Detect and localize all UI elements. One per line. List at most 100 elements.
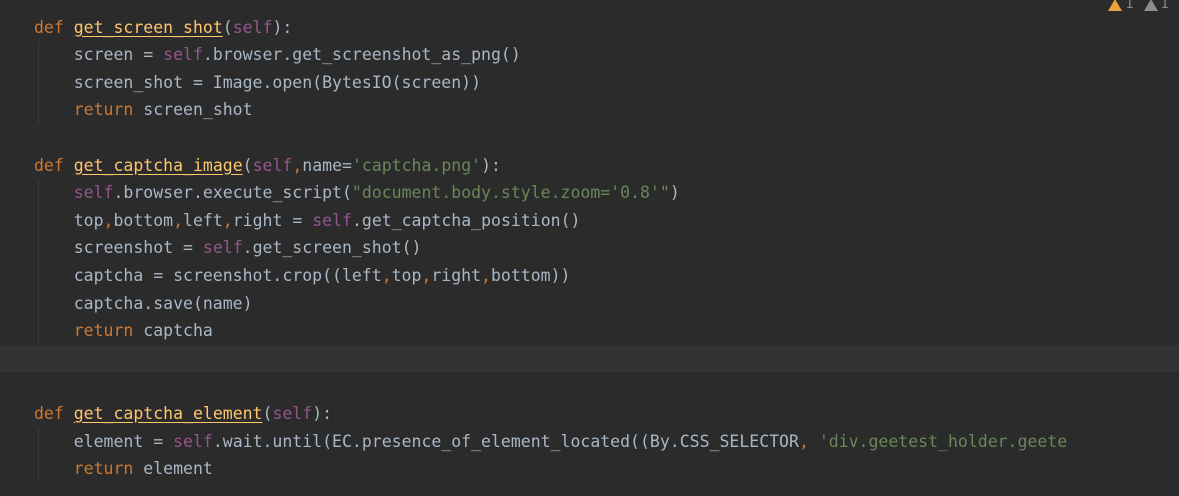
inspection-widget[interactable]: 1 1: [1108, 0, 1169, 14]
weak-warnings-indicator[interactable]: 1: [1143, 0, 1169, 12]
code-token: ):: [312, 403, 333, 423]
code-token: self: [232, 17, 273, 37]
code-editor[interactable]: def get_screen_shot(self): screen = self…: [0, 0, 1179, 496]
code-line-text: screen_shot = Image.open(BytesIO(screen)…: [34, 69, 481, 97]
code-token: (: [222, 17, 233, 37]
code-line[interactable]: element = self.wait.until(EC.presence_of…: [0, 428, 1179, 456]
code-line[interactable]: [0, 124, 1179, 152]
code-line-text: def get_captcha_image(self,name='captcha…: [34, 152, 501, 180]
code-token: element =: [34, 431, 174, 451]
code-token: def: [34, 17, 74, 37]
code-token: ,: [222, 210, 233, 230]
code-line[interactable]: def get_captcha_image(self,name='captcha…: [0, 152, 1179, 180]
code-line[interactable]: def get_captcha_element(self):: [0, 400, 1179, 428]
code-token: ,: [421, 265, 432, 285]
code-line[interactable]: return captcha: [0, 317, 1179, 345]
code-token: return: [34, 459, 144, 479]
code-token: .get_screen_shot(): [242, 238, 422, 258]
code-token: .browser.execute_script(: [113, 183, 352, 203]
code-token: self: [202, 238, 243, 258]
code-token: (: [242, 155, 253, 175]
code-line-text: def get_screen_shot(self):: [34, 14, 292, 42]
code-line[interactable]: [0, 372, 1179, 400]
code-token: self: [173, 431, 213, 451]
code-token: .browser.get_screenshot_as_png(): [202, 45, 521, 65]
code-line-text: return captcha: [34, 317, 213, 345]
code-token: ):: [481, 155, 501, 175]
indent-guide: [38, 41, 39, 124]
code-token: def: [34, 155, 74, 175]
code-token: get_captcha_element: [73, 403, 263, 423]
warning-triangle-icon: [1108, 0, 1123, 11]
code-line-text: captcha = screenshot.crop((left,top,righ…: [34, 262, 571, 290]
code-token: ,: [173, 210, 184, 230]
code-token: self: [73, 183, 114, 203]
warnings-count: 1: [1125, 0, 1134, 12]
code-line[interactable]: captcha.save(name): [0, 290, 1179, 318]
code-token: element: [143, 459, 213, 479]
code-token: get_captcha_image: [73, 155, 243, 175]
code-token: "document.body.style.zoom='0.8'": [351, 183, 670, 203]
code-token: ,: [481, 265, 491, 285]
code-token: screen =: [34, 45, 164, 65]
code-token: screen_shot = Image.open(BytesIO(screen)…: [34, 72, 482, 92]
code-token: name=: [302, 155, 352, 175]
code-line-text: screen = self.browser.get_screenshot_as_…: [34, 41, 521, 69]
code-token: return: [34, 321, 144, 341]
code-line-text: return element: [34, 455, 213, 483]
code-line-text: def get_captcha_element(self):: [34, 400, 332, 428]
code-token: .wait.until(EC.presence_of_element_locat…: [212, 431, 799, 451]
code-token: 'captcha.png': [351, 155, 482, 175]
code-line-text: element = self.wait.until(EC.presence_of…: [34, 428, 1067, 456]
code-line[interactable]: def get_screen_shot(self):: [0, 14, 1179, 42]
code-line-text: self.browser.execute_script("document.bo…: [34, 179, 680, 207]
code-token: captcha: [143, 321, 213, 341]
warnings-indicator[interactable]: 1: [1108, 0, 1134, 12]
code-token: self: [272, 403, 313, 423]
code-token: self: [252, 155, 293, 175]
code-line[interactable]: top,bottom,left,right = self.get_captcha…: [0, 207, 1179, 235]
code-token: ,: [103, 210, 114, 230]
code-token: screenshot =: [34, 238, 203, 258]
code-line[interactable]: screen_shot = Image.open(BytesIO(screen)…: [0, 69, 1179, 97]
code-token: captcha = screenshot.crop((left: [34, 265, 382, 285]
code-line[interactable]: captcha = screenshot.crop((left,top,righ…: [0, 262, 1179, 290]
code-line-text: captcha.save(name): [34, 290, 253, 318]
code-line-text: top,bottom,left,right = self.get_captcha…: [34, 207, 581, 235]
indent-guide: [38, 179, 39, 344]
code-token: def: [34, 403, 74, 423]
code-token: ,: [381, 265, 392, 285]
code-token: bottom)): [490, 265, 571, 285]
code-line[interactable]: screen = self.browser.get_screenshot_as_…: [0, 41, 1179, 69]
code-line-text: return screen_shot: [34, 96, 253, 124]
code-token: screen_shot: [143, 100, 253, 120]
code-line-text: screenshot = self.get_screen_shot(): [34, 234, 422, 262]
code-token: ):: [272, 17, 293, 37]
code-token: (: [262, 403, 273, 423]
code-token: ): [669, 183, 680, 203]
code-line[interactable]: [0, 344, 1179, 373]
code-token: self: [163, 45, 203, 65]
code-token: .get_captcha_position(): [351, 210, 581, 230]
code-token: bottom: [113, 210, 174, 230]
code-token: self: [312, 210, 352, 230]
code-line[interactable]: screenshot = self.get_screen_shot(): [0, 234, 1179, 262]
code-token: left: [183, 210, 223, 230]
code-token: top: [391, 265, 422, 285]
weak-warnings-count: 1: [1160, 0, 1169, 12]
code-token: get_screen_shot: [73, 17, 223, 37]
code-token: 'div.geetest_holder.geete: [818, 431, 1068, 451]
indent-guide: [38, 427, 39, 482]
code-token: top: [34, 210, 104, 230]
code-token: return: [34, 100, 144, 120]
code-token: right =: [232, 210, 313, 230]
code-token: ,: [292, 155, 303, 175]
code-line[interactable]: return element: [0, 455, 1179, 483]
code-token: ,: [798, 431, 819, 451]
code-token: right: [431, 265, 482, 285]
code-line[interactable]: self.browser.execute_script("document.bo…: [0, 179, 1179, 207]
code-token: captcha.save(name): [34, 293, 253, 313]
code-line[interactable]: return screen_shot: [0, 96, 1179, 124]
weak-warning-triangle-icon: [1143, 0, 1158, 11]
